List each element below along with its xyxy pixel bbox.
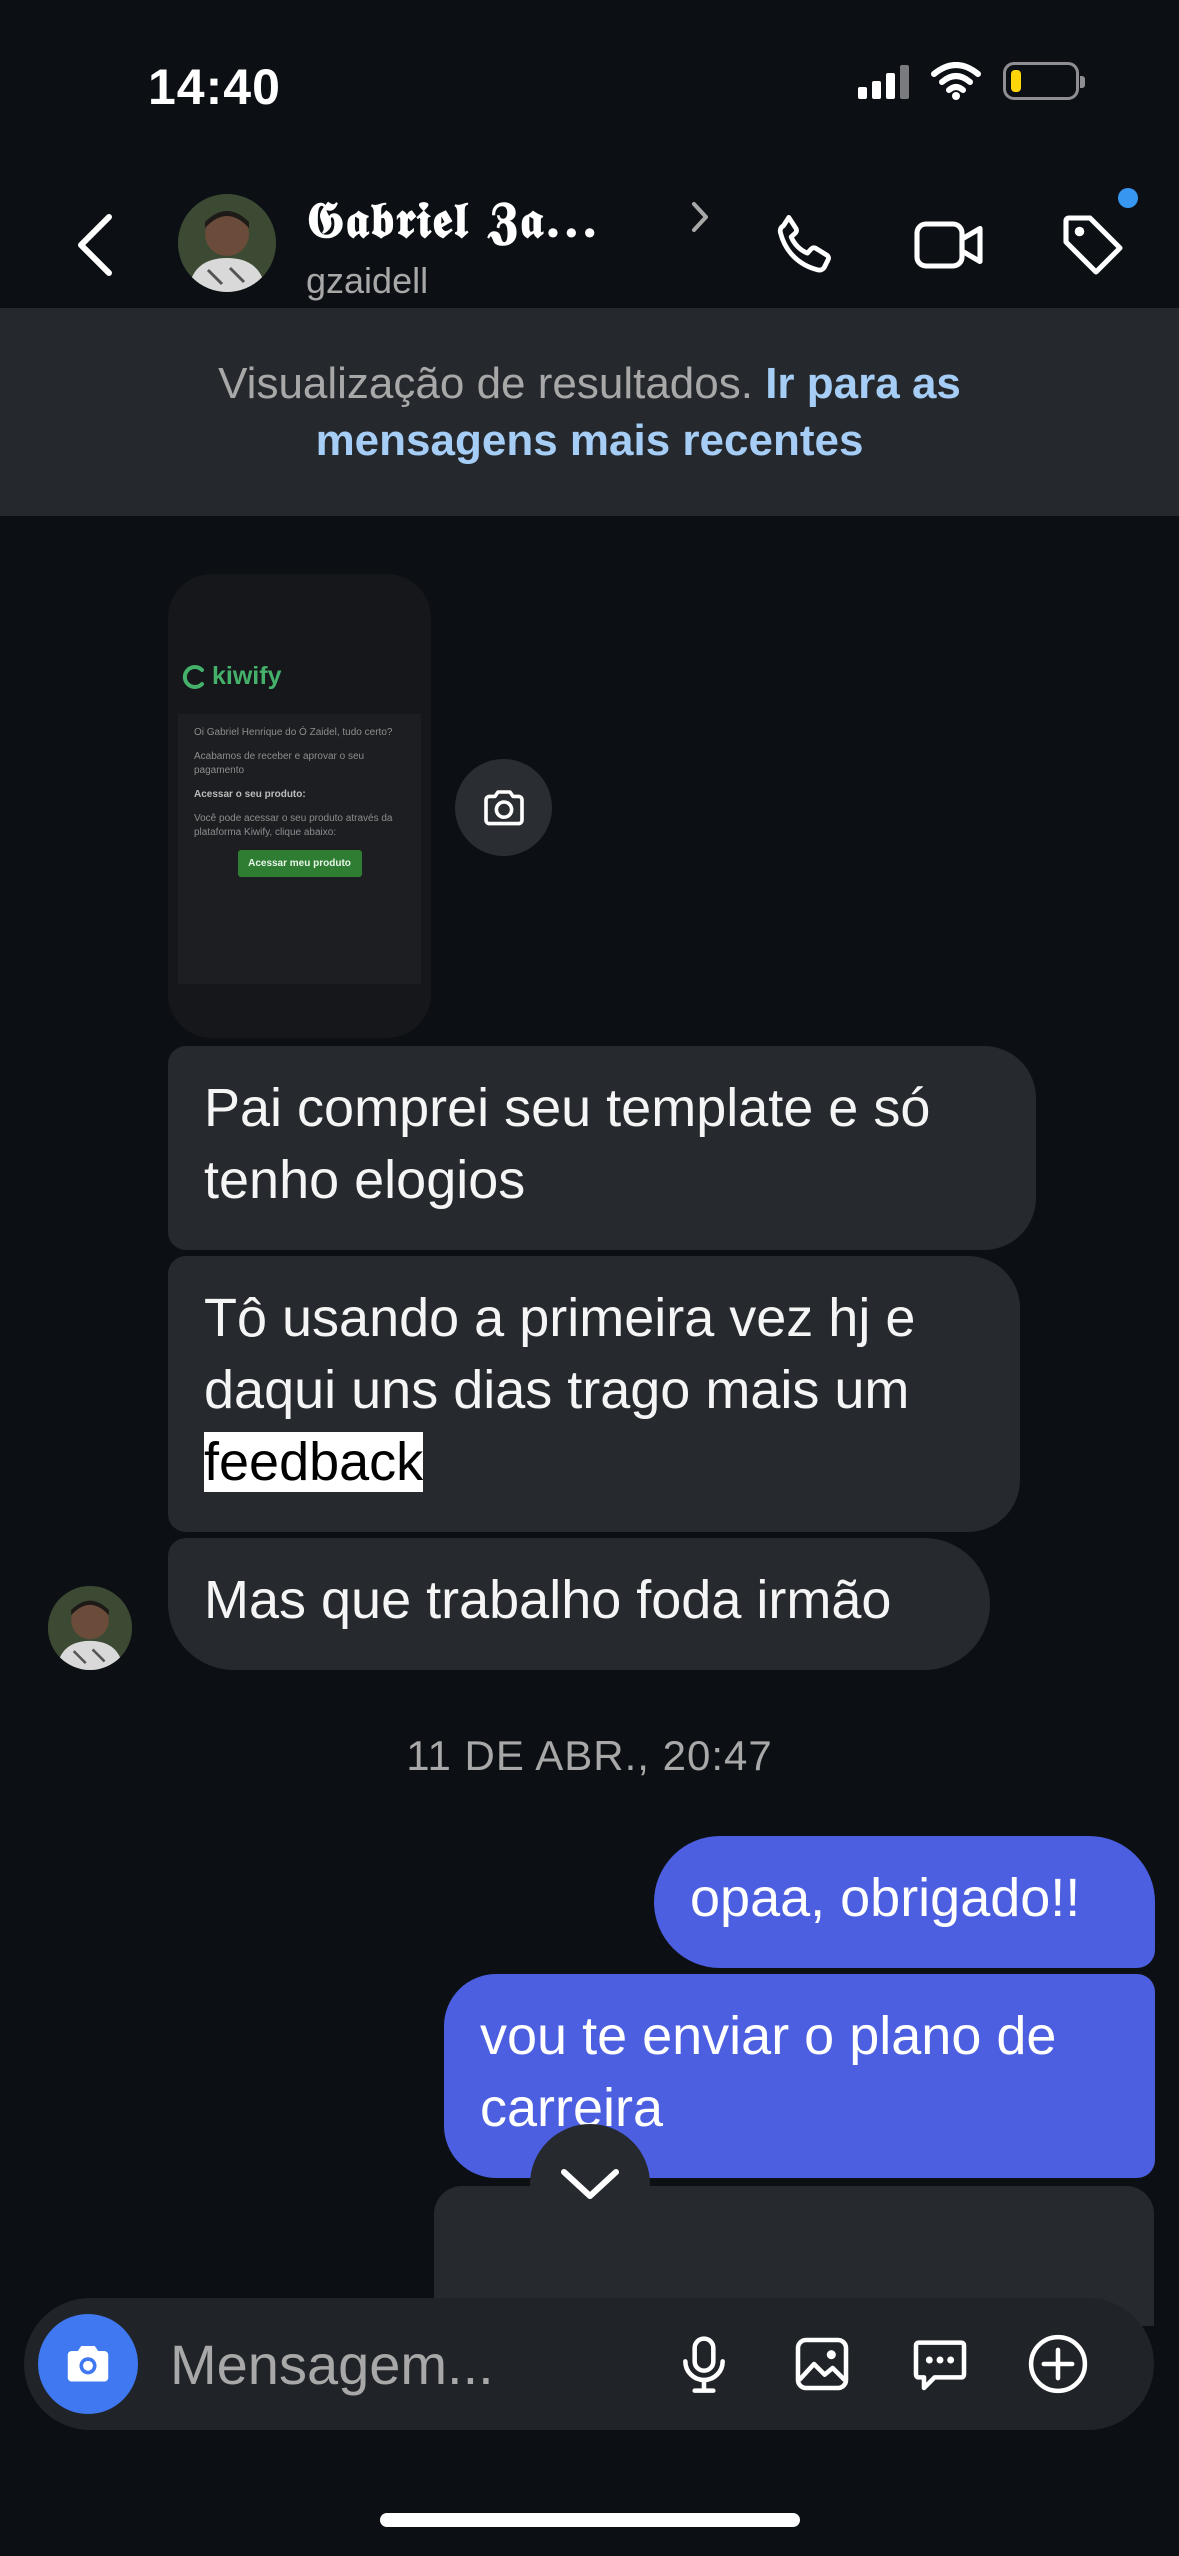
message-text: opaa, obrigado!! (690, 1868, 1081, 1928)
label-tag-button[interactable] (1048, 188, 1138, 290)
microphone-icon (683, 2336, 725, 2393)
more-options-button[interactable] (1018, 2324, 1098, 2404)
incoming-message[interactable]: Mas que trabalho foda irmão (168, 1538, 990, 1670)
highlighted-search-term: feedback (204, 1432, 424, 1492)
video-icon (914, 221, 983, 269)
battery-icon (1003, 62, 1085, 100)
status-icons (858, 62, 1085, 100)
shared-image-message[interactable]: kiwify Oi Gabriel Henrique do Ó Zaidel, … (168, 574, 431, 1038)
camera-icon (67, 2346, 109, 2382)
sticker-icon (913, 2340, 967, 2391)
message-composer (24, 2298, 1154, 2430)
search-results-banner: Visualização de resultados. Ir para as m… (0, 308, 1179, 516)
outgoing-message[interactable]: opaa, obrigado!! (654, 1836, 1155, 1968)
composer-camera-button[interactable] (38, 2314, 138, 2414)
contact-name[interactable]: 𝕲𝖆𝖇𝖗𝖎𝖊𝖑 𝖅𝖆... (306, 190, 599, 250)
voice-message-button[interactable] (664, 2324, 744, 2404)
home-indicator[interactable] (380, 2513, 800, 2527)
email-body: Oi Gabriel Henrique do Ó Zaidel, tudo ce… (178, 714, 421, 984)
access-product-button: Acessar meu produto (237, 850, 362, 877)
video-call-button[interactable] (905, 200, 995, 290)
incoming-message[interactable]: Pai comprei seu template e só tenho elog… (168, 1046, 1036, 1250)
sender-avatar[interactable] (48, 1586, 132, 1670)
message-text: Pai comprei seu template e só tenho elog… (204, 1078, 931, 1210)
voice-call-button[interactable] (760, 200, 850, 290)
notification-dot (1118, 188, 1138, 208)
phone-icon (777, 215, 831, 273)
scroll-to-bottom-button[interactable] (530, 2124, 650, 2244)
message-text: Tô usando a primeira vez hj e daqui uns … (204, 1288, 916, 1420)
contact-avatar[interactable] (178, 194, 276, 292)
view-photo-button[interactable] (455, 759, 552, 856)
back-chevron-icon (78, 214, 112, 276)
cellular-signal-icon (858, 63, 909, 99)
back-button[interactable] (60, 205, 130, 285)
message-text: Mas que trabalho foda irmão (204, 1570, 892, 1630)
banner-text: Visualização de resultados. (218, 359, 753, 408)
kiwify-leaf-icon (182, 664, 204, 689)
gallery-button[interactable] (782, 2324, 862, 2404)
camera-icon (483, 789, 524, 825)
tag-icon (1063, 215, 1123, 275)
incoming-message[interactable]: Tô usando a primeira vez hj e daqui uns … (168, 1256, 1020, 1532)
chevron-down-icon (561, 2169, 619, 2199)
plus-icon (1028, 2334, 1088, 2394)
message-timestamp: 11 DE ABR., 20:47 (406, 1732, 773, 1779)
message-text: vou te enviar o plano de carreira (480, 2006, 1057, 2138)
sticker-button[interactable] (900, 2324, 980, 2404)
dm-screen: 14:40 𝕲𝖆𝖇𝖗𝖎𝖊𝖑 𝖅𝖆... gzaidell Visualizaçã… (0, 0, 1179, 2556)
name-chevron-icon[interactable] (690, 200, 710, 239)
contact-username[interactable]: gzaidell (306, 260, 428, 302)
kiwify-logo: kiwify (182, 662, 281, 691)
wifi-icon (931, 62, 981, 100)
status-time: 14:40 (148, 59, 281, 115)
gallery-icon (795, 2337, 849, 2391)
message-input[interactable] (170, 2332, 590, 2396)
